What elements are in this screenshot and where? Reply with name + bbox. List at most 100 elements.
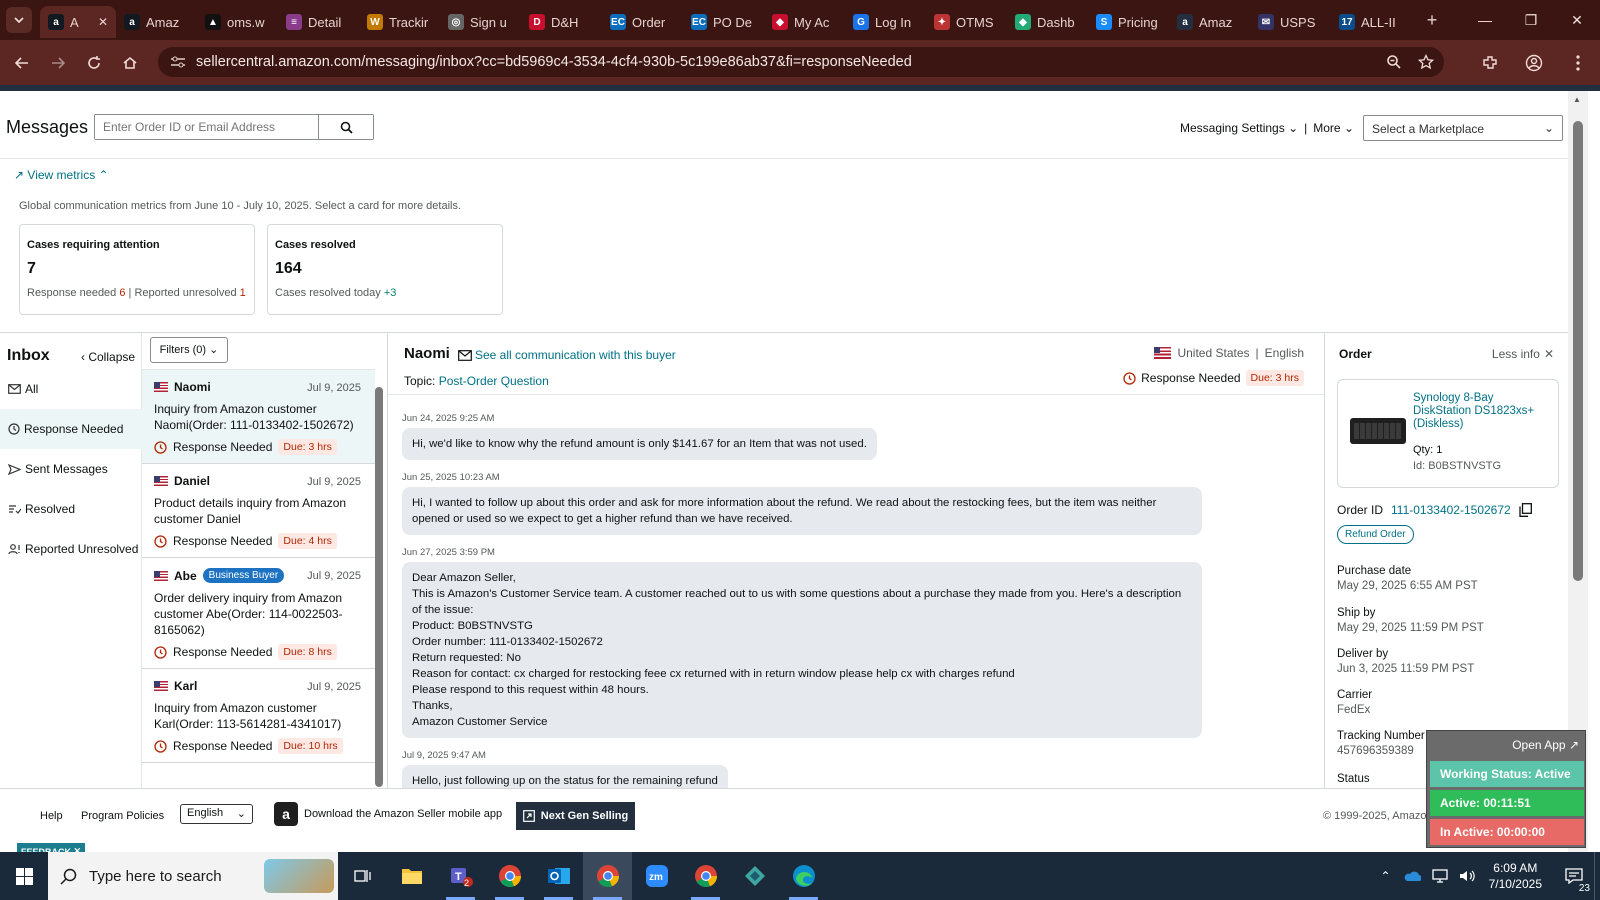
chevron-down-icon: ⌄ [236, 808, 246, 820]
cases-attention-card[interactable]: Cases requiring attention 7 Response nee… [19, 224, 255, 315]
external-arrow-icon: ↗ [1568, 738, 1579, 752]
chrome-profile-icon[interactable] [583, 852, 632, 900]
close-tab-icon[interactable]: ✕ [98, 15, 108, 29]
teams-icon[interactable]: T 2 [436, 852, 485, 900]
conversation-status: Response Needed [173, 739, 273, 753]
network-icon[interactable] [1431, 869, 1449, 883]
browser-tab[interactable]: S Pricing [1088, 6, 1169, 38]
conversation-item[interactable]: Karl Jul 9, 2025 Inquiry from Amazon cus… [142, 669, 375, 763]
back-icon[interactable] [4, 45, 40, 81]
cases-resolved-card[interactable]: Cases resolved 164 Cases resolved today … [267, 224, 503, 315]
browser-tab[interactable]: a Amaz [116, 6, 197, 38]
volume-icon[interactable] [1459, 869, 1477, 883]
collapse-button[interactable]: ‹ Collapse [81, 350, 135, 364]
browser-tab[interactable]: a A ✕ [40, 6, 116, 38]
profile-icon[interactable] [1512, 54, 1556, 72]
product-name-link[interactable]: Synology 8-Bay DiskStation DS1823xs+ (Di… [1413, 392, 1553, 431]
message-thread: Naomi See all communication with this bu… [388, 333, 1324, 788]
conversation-item[interactable]: Daniel Jul 9, 2025 Product details inqui… [142, 464, 375, 558]
minimize-icon[interactable]: — [1462, 0, 1508, 40]
language-select[interactable]: English ⌄ [180, 804, 253, 824]
address-bar[interactable]: sellercentral.amazon.com/messaging/inbox… [158, 47, 1444, 77]
folder-resolved[interactable]: Resolved [0, 489, 142, 529]
order-id-link[interactable]: 111-0133402-1502672 [1391, 503, 1511, 517]
browser-tab[interactable]: ≡ Detail [278, 6, 359, 38]
tab-search-icon[interactable] [6, 7, 32, 33]
browser-tab[interactable]: EC PO De [683, 6, 764, 38]
outlook-icon[interactable] [534, 852, 583, 900]
folder-response-needed[interactable]: Response Needed [0, 409, 142, 449]
browser-tab[interactable]: G Log In [845, 6, 926, 38]
new-tab-button[interactable]: + [1418, 10, 1446, 31]
mobile-app-link[interactable]: a Download the Amazon Seller mobile app [274, 802, 502, 826]
folder-sent-messages[interactable]: Sent Messages [0, 449, 142, 489]
order-field-label: Ship by [1337, 607, 1376, 619]
copyright: © 1999-2025, Amazo [1323, 810, 1427, 822]
browser-tab[interactable]: ▲ oms.w [197, 6, 278, 38]
reload-icon[interactable] [76, 45, 112, 81]
home-icon[interactable] [112, 45, 148, 81]
tab-favicon-icon: W [367, 14, 383, 30]
taskbar-clock[interactable]: 6:09 AM 7/10/2025 [1489, 860, 1542, 892]
list-scrollbar[interactable] [374, 369, 383, 788]
messaging-settings-menu[interactable]: Messaging Settings ⌄ [1180, 121, 1298, 135]
open-app-button[interactable]: Open App ↗ [1512, 738, 1579, 752]
close-window-icon[interactable]: ✕ [1554, 0, 1600, 40]
more-menu[interactable]: More ⌄ [1313, 121, 1354, 135]
site-info-icon[interactable] [170, 55, 186, 69]
show-desktop-button[interactable] [1594, 852, 1600, 900]
task-view-icon[interactable] [338, 852, 387, 900]
forward-icon[interactable] [40, 45, 76, 81]
browser-menu-icon[interactable] [1556, 54, 1600, 71]
program-policies-link[interactable]: Program Policies [81, 810, 164, 822]
browser-tab[interactable]: ◆ My Ac [764, 6, 845, 38]
browser-toolbar: sellercentral.amazon.com/messaging/inbox… [0, 40, 1600, 85]
browser-tab[interactable]: D D&H [521, 6, 602, 38]
diamond-app-icon[interactable] [730, 852, 779, 900]
search-input[interactable] [95, 115, 318, 139]
zoom-icon[interactable] [1386, 54, 1402, 70]
show-hidden-icons-icon[interactable]: ⌃ [1381, 869, 1391, 883]
browser-tab[interactable]: a Amaz [1169, 6, 1250, 38]
conversation-item[interactable]: Abe Business Buyer Jul 9, 2025 Order deli… [142, 558, 375, 669]
browser-tab[interactable]: 17 ALL-II [1331, 6, 1412, 38]
browser-tab[interactable]: W Trackir [359, 6, 440, 38]
bookmark-star-icon[interactable] [1418, 54, 1434, 70]
browser-tab[interactable]: ✉ USPS [1250, 6, 1331, 38]
zoom-app-icon[interactable]: zm [632, 852, 681, 900]
browser-tab[interactable]: ◎ Sign u [440, 6, 521, 38]
search-button[interactable] [318, 115, 373, 139]
edge-icon[interactable] [779, 852, 828, 900]
business-buyer-badge: Business Buyer [202, 568, 285, 583]
topic-link[interactable]: Post-Order Question [439, 374, 549, 388]
message-bubble: Hi, I wanted to follow up about this ord… [402, 487, 1202, 535]
conversation-item[interactable]: Naomi Jul 9, 2025 Inquiry from Amazon cu… [142, 370, 375, 464]
extensions-icon[interactable] [1468, 54, 1512, 72]
conversation-status: Response Needed [173, 440, 273, 454]
browser-tab[interactable]: ◆ Dashb [1007, 6, 1088, 38]
less-info-button[interactable]: Less info ✕ [1492, 347, 1554, 361]
folder-all[interactable]: All [0, 369, 142, 409]
refund-order-button[interactable]: Refund Order [1337, 525, 1414, 544]
filters-button[interactable]: Filters (0) ⌄ [150, 337, 228, 363]
file-explorer-icon[interactable] [387, 852, 436, 900]
chrome-icon[interactable] [485, 852, 534, 900]
folder-reported-unresolved[interactable]: Reported Unresolved [0, 529, 142, 569]
onedrive-icon[interactable] [1403, 870, 1421, 882]
taskbar-search[interactable]: Type here to search [48, 852, 338, 900]
notification-center-icon[interactable]: 23 [1554, 868, 1594, 894]
restore-icon[interactable]: ❐ [1508, 0, 1554, 40]
browser-tab-bar: a A ✕ a Amaz ▲ oms.w ≡ Detail W Trackir ◎ Sign u D D&H… [0, 0, 1600, 40]
next-gen-selling-button[interactable]: Next Gen Selling [516, 802, 635, 830]
url-text[interactable]: sellercentral.amazon.com/messaging/inbox… [196, 54, 912, 70]
copy-icon[interactable] [1519, 503, 1532, 517]
view-metrics-toggle[interactable]: ↗ View metrics ⌃ [14, 168, 109, 182]
help-link[interactable]: Help [40, 810, 63, 822]
browser-tab[interactable]: ✦ OTMS [926, 6, 1007, 38]
windows-start-icon[interactable] [0, 852, 48, 900]
working-status[interactable]: Working Status: Active [1430, 761, 1584, 787]
marketplace-select[interactable]: Select a Marketplace ⌄ [1363, 115, 1563, 141]
chrome-profile-2-icon[interactable] [681, 852, 730, 900]
see-all-communication-link[interactable]: See all communication with this buyer [458, 348, 676, 362]
browser-tab[interactable]: EC Order [602, 6, 683, 38]
